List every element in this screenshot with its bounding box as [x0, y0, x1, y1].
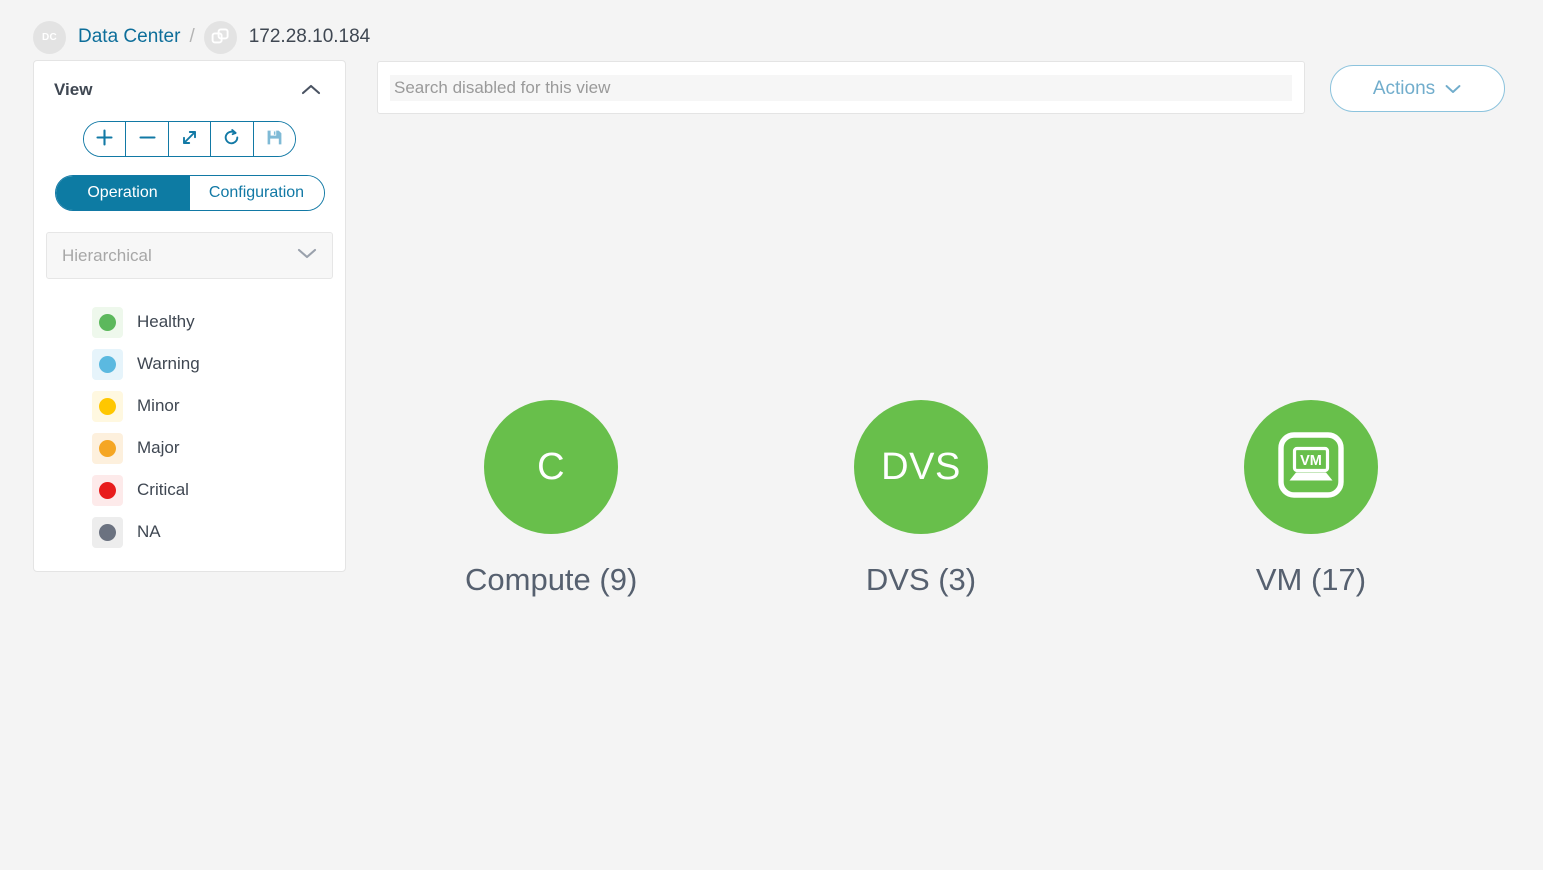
refresh-icon — [222, 128, 241, 150]
node-label-compute: Compute (9) — [465, 562, 638, 597]
view-panel-title: View — [54, 80, 93, 99]
legend-dot — [99, 355, 116, 373]
node-circle-dvs[interactable]: DVS — [854, 400, 988, 534]
legend-label: NA — [137, 522, 161, 541]
legend-dot — [99, 313, 116, 331]
legend-dot — [99, 439, 116, 457]
save-disk-icon — [265, 128, 284, 150]
legend-item-critical[interactable]: Critical — [34, 469, 345, 511]
vm-laptop-icon: VM — [1272, 426, 1350, 509]
topology-canvas[interactable]: C Compute (9) DVS DVS (3) VM VM (17) — [360, 130, 1543, 870]
legend-item-warning[interactable]: Warning — [34, 343, 345, 385]
legend-swatch-major-icon — [92, 432, 123, 464]
actions-button[interactable]: Actions — [1330, 65, 1505, 112]
node-circle-vm[interactable]: VM — [1244, 400, 1378, 534]
legend-dot — [99, 481, 116, 499]
zoom-out-button[interactable] — [126, 122, 169, 156]
legend-dot — [99, 397, 116, 415]
layout-select-value: Hierarchical — [62, 245, 152, 265]
legend-label: Minor — [137, 396, 180, 415]
legend-item-minor[interactable]: Minor — [34, 385, 345, 427]
legend-dot — [99, 523, 116, 541]
legend-swatch-critical-icon — [92, 474, 123, 506]
legend-label: Healthy — [137, 312, 195, 331]
node-initials: DVS — [881, 445, 961, 488]
node-circle-compute[interactable]: C — [484, 400, 619, 534]
actions-button-label: Actions — [1372, 77, 1436, 99]
topology-node-dvs[interactable]: DVS DVS (3) — [854, 400, 988, 598]
legend-label: Warning — [137, 354, 200, 373]
breadcrumb-current-node: 172.28.10.184 — [248, 26, 371, 47]
layout-select[interactable]: Hierarchical — [46, 232, 333, 279]
status-legend: Healthy Warning Minor Major Critical NA — [34, 301, 345, 553]
breadcrumb-separator: / — [189, 26, 195, 47]
legend-item-major[interactable]: Major — [34, 427, 345, 469]
datacenter-avatar-icon: DC — [33, 20, 66, 54]
legend-label: Critical — [137, 480, 189, 499]
minus-icon — [138, 128, 157, 150]
tab-operation[interactable]: Operation — [55, 176, 190, 210]
expand-arrows-icon — [180, 128, 199, 150]
save-layout-button[interactable] — [253, 122, 295, 156]
zoom-in-button[interactable] — [84, 122, 127, 156]
legend-swatch-na-icon — [92, 516, 123, 548]
chevron-down-icon — [1444, 78, 1462, 100]
topology-node-compute[interactable]: C Compute (9) — [465, 400, 637, 598]
legend-swatch-healthy-icon — [92, 306, 123, 338]
legend-item-healthy[interactable]: Healthy — [34, 301, 345, 343]
node-initials: C — [537, 445, 566, 488]
view-mode-switch: Operation Configuration — [54, 175, 325, 211]
legend-swatch-warning-icon — [92, 348, 123, 380]
search-bar — [377, 61, 1305, 114]
view-toolbar — [83, 121, 296, 157]
view-panel: View Operation Configuration Hierarchica… — [33, 60, 346, 572]
view-panel-header: View — [34, 75, 345, 105]
node-label-vm: VM (17) — [1255, 562, 1367, 597]
search-input[interactable] — [390, 74, 1292, 101]
node-label-dvs: DVS (3) — [865, 562, 977, 597]
legend-swatch-minor-icon — [92, 390, 123, 422]
stacked-squares-icon — [203, 20, 237, 54]
svg-text:VM: VM — [1300, 453, 1322, 469]
breadcrumb: DC Data Center / 172.28.10.184 — [33, 18, 370, 56]
topology-node-vm[interactable]: VM VM (17) — [1244, 400, 1378, 598]
chevron-up-icon[interactable] — [296, 79, 326, 101]
datacenter-avatar-label: DC — [41, 31, 58, 43]
legend-item-na[interactable]: NA — [34, 511, 345, 553]
plus-icon — [95, 128, 114, 150]
fit-to-screen-button[interactable] — [168, 122, 212, 156]
breadcrumb-link-data-center[interactable]: Data Center — [78, 26, 180, 48]
legend-label: Major — [137, 438, 180, 457]
chevron-down-icon — [296, 246, 318, 265]
refresh-button[interactable] — [211, 122, 254, 156]
tab-configuration[interactable]: Configuration — [189, 176, 324, 210]
